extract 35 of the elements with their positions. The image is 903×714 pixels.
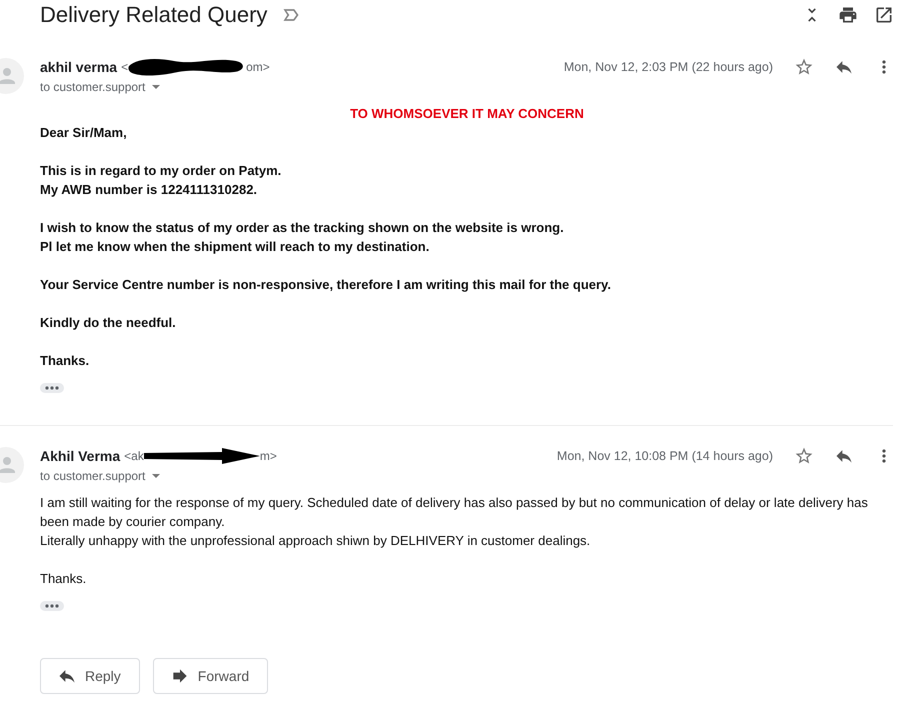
message-paragraph: Thanks. bbox=[40, 352, 90, 370]
message-paragraph: Your Service Centre number is non-responsive, therefore I am writing this mail for the query. bbox=[40, 276, 612, 294]
redaction-scribble-icon bbox=[144, 448, 260, 464]
forward-button[interactable]: Forward bbox=[152, 658, 268, 694]
avatar-icon bbox=[0, 447, 24, 483]
message-date: Mon, Nov 12, 2:03 PM (22 hours ago) bbox=[564, 58, 773, 76]
message-paragraph: This is in regard to my order on Patym. My AWB number is 1224111310282. bbox=[40, 162, 282, 199]
message-paragraph: Kindly do the needful. bbox=[40, 314, 177, 332]
message-date: Mon, Nov 12, 10:08 PM (14 hours ago) bbox=[556, 448, 773, 465]
dots-icon bbox=[45, 386, 59, 390]
star-icon[interactable] bbox=[794, 57, 814, 77]
open-in-new-window-icon[interactable] bbox=[874, 5, 894, 25]
dots-icon bbox=[45, 604, 59, 608]
recipient-dropdown[interactable]: to customer.support bbox=[40, 466, 277, 486]
show-trimmed-button[interactable] bbox=[40, 601, 64, 611]
email-fragment: m> bbox=[260, 448, 277, 465]
avatar-icon bbox=[0, 58, 24, 94]
show-trimmed-button[interactable] bbox=[40, 383, 64, 393]
message-paragraph: Dear Sir/Mam, bbox=[40, 124, 128, 142]
caret-icon bbox=[152, 85, 160, 89]
email-fragment: <ak bbox=[124, 448, 144, 465]
email-subject: Delivery Related Query bbox=[40, 1, 268, 29]
message-paragraph: I am still waiting for the response of my query. Scheduled date of delivery has also passed by but no communication of delay or late delivery has been made by courier company. Literally unhappy with the unprofessional approach shiwn by DELHIVERY in customer dealings. bbox=[40, 494, 869, 550]
message-paragraph: Thanks. bbox=[40, 570, 88, 588]
email-fragment: om> bbox=[246, 59, 270, 76]
recipient-dropdown[interactable]: to customer.support bbox=[40, 77, 270, 97]
star-icon[interactable] bbox=[794, 446, 814, 466]
sender-name: akhil verma bbox=[40, 58, 118, 76]
print-icon[interactable] bbox=[838, 5, 858, 25]
sender-name: Akhil Verma bbox=[40, 446, 120, 466]
email-fragment: < bbox=[121, 59, 128, 76]
caret-icon bbox=[152, 474, 160, 478]
reply-button[interactable]: Reply bbox=[40, 658, 140, 694]
message-paragraph: I wish to know the status of my order as the tracking shown on the website is wrong. Pl let me know when the shipment will reach to my destination. bbox=[40, 219, 565, 256]
letter-heading: TO WHOMSOEVER IT MAY CONCERN bbox=[349, 105, 585, 123]
